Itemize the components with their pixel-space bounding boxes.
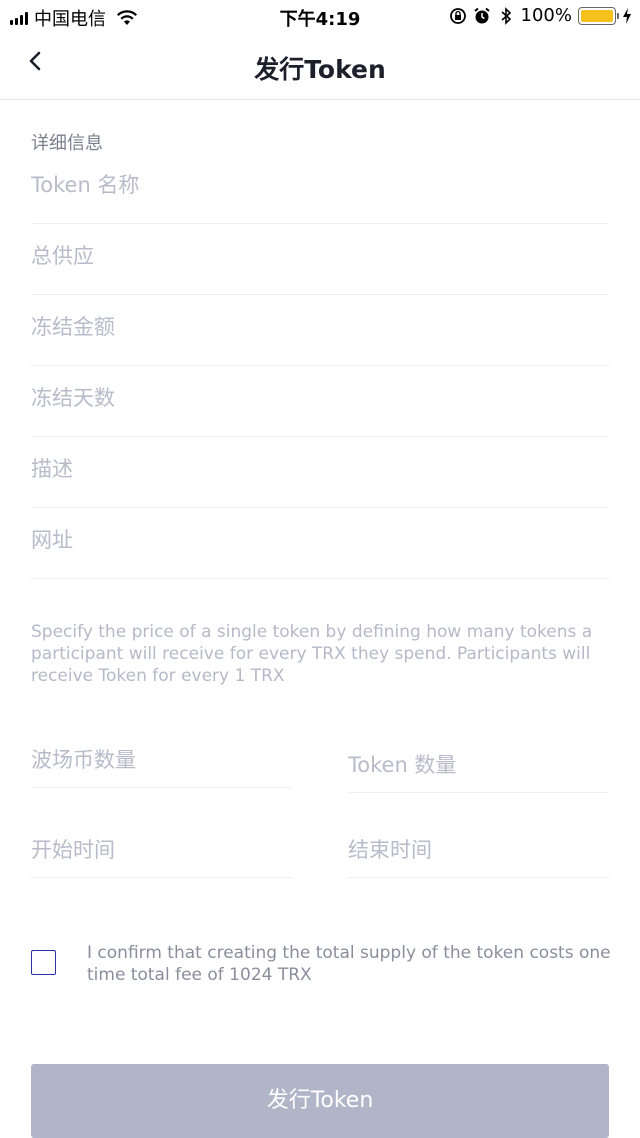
price-hint-text: Specify the price of a single token by d…	[31, 622, 593, 686]
url-input[interactable]	[31, 520, 609, 560]
frozen-amount-field	[31, 295, 609, 366]
confirm-fee-checkbox[interactable]	[31, 950, 56, 975]
frozen-days-field	[31, 366, 609, 437]
end-time-input[interactable]	[348, 830, 609, 870]
total-supply-field	[31, 224, 609, 295]
charging-icon	[623, 7, 631, 24]
token-name-input[interactable]	[31, 165, 609, 205]
battery-fill	[581, 9, 613, 22]
end-time-field	[348, 822, 609, 878]
trx-amount-field	[31, 732, 292, 788]
start-time-input[interactable]	[31, 830, 292, 870]
description-input[interactable]	[31, 449, 609, 489]
issue-token-button[interactable]: 发行Token	[31, 1064, 609, 1138]
total-supply-input[interactable]	[31, 236, 609, 276]
confirm-fee-label: I confirm that creating the total supply…	[87, 943, 611, 985]
bluetooth-icon	[501, 6, 511, 25]
token-name-field	[31, 153, 609, 224]
battery-icon	[578, 6, 619, 25]
trx-amount-input[interactable]	[31, 740, 292, 780]
url-field	[31, 508, 609, 579]
token-amount-field	[348, 737, 609, 793]
frozen-days-input[interactable]	[31, 378, 609, 418]
page-title: 发行Token	[254, 55, 386, 84]
battery-percent: 100%	[520, 5, 572, 26]
rotation-lock-icon	[449, 7, 466, 24]
frozen-amount-input[interactable]	[31, 307, 609, 347]
token-amount-input[interactable]	[348, 745, 609, 785]
nav-bar: 发行Token	[0, 34, 640, 100]
description-field	[31, 437, 609, 508]
section-title-details: 详细信息	[31, 133, 103, 154]
status-bar: 中国电信 下午4:19 100%	[0, 0, 640, 34]
start-time-field	[31, 822, 292, 878]
status-right: 100%	[449, 5, 632, 26]
alarm-icon	[473, 7, 490, 23]
